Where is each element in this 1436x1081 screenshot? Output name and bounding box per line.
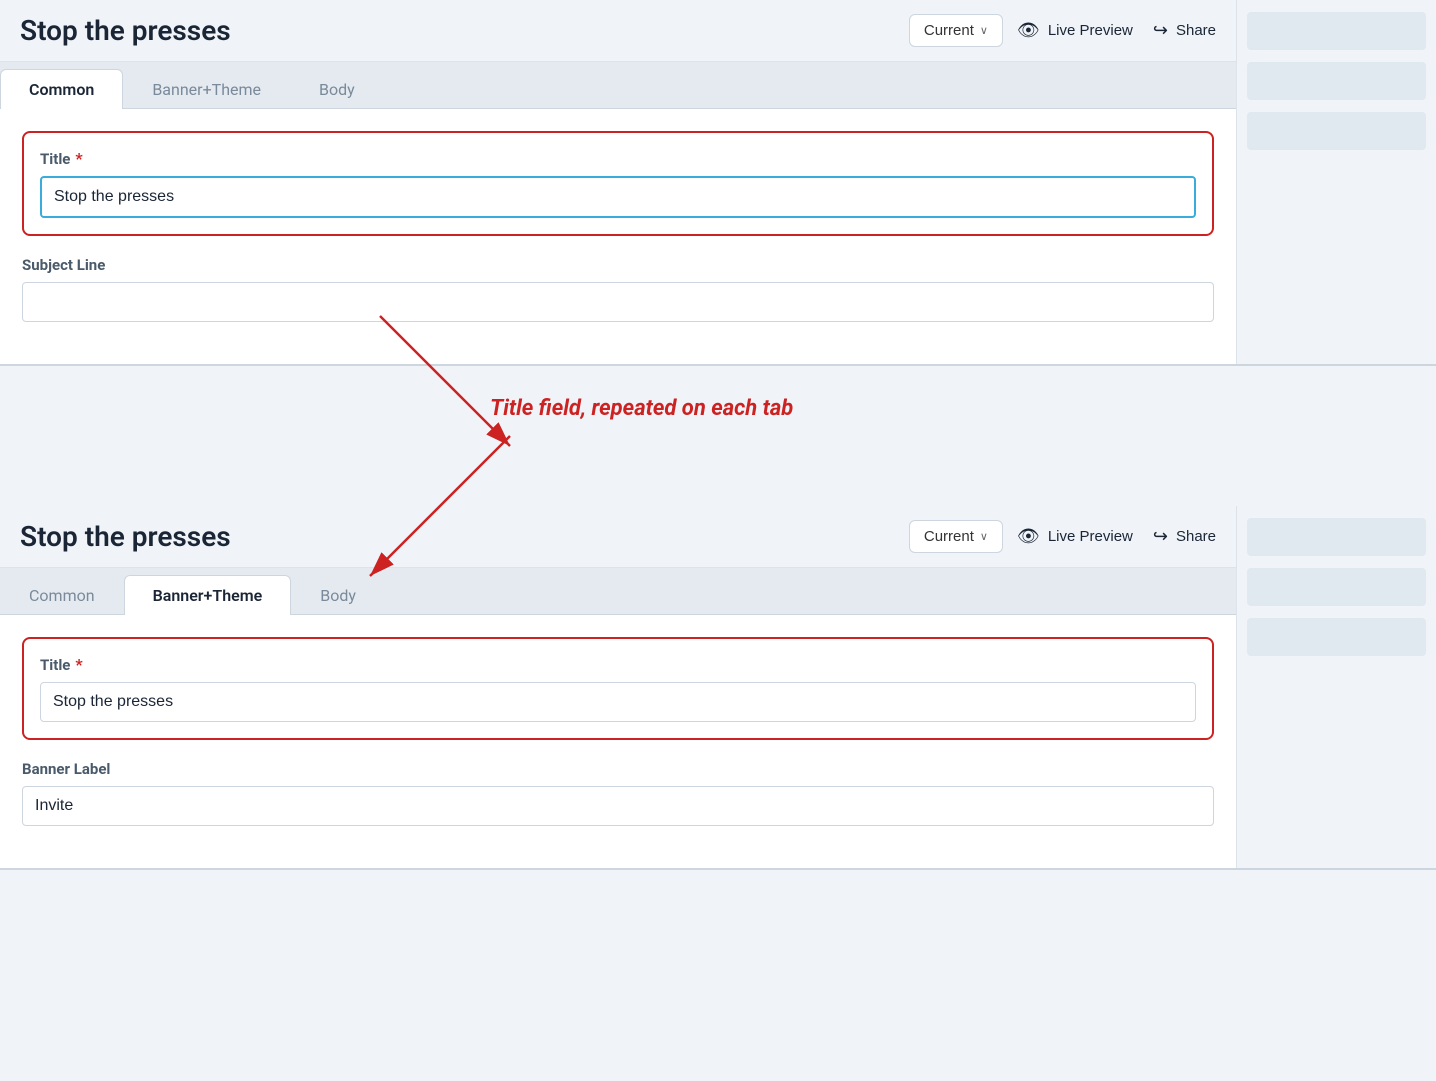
header-actions-1: 👁 Live Preview ↪ Share	[1017, 20, 1216, 41]
page-wrapper: Stop the presses Current ∨ 👁 Live Previe…	[0, 0, 1436, 870]
sidebar-block-2a	[1247, 518, 1426, 556]
panel-1-content: Title * Subject Line	[0, 109, 1236, 364]
panel-1-header: Stop the presses Current ∨ 👁 Live Previe…	[0, 0, 1236, 62]
panel-1-main: Stop the presses Current ∨ 👁 Live Previe…	[0, 0, 1236, 364]
version-label-2: Current	[924, 528, 974, 545]
title-label-1: Title *	[40, 149, 1196, 168]
sidebar-block-1c	[1247, 112, 1426, 150]
panel-2-row: Stop the presses Current ∨ 👁 Live Previe…	[0, 506, 1436, 870]
subject-label-1: Subject Line	[22, 256, 1214, 274]
panel-1-sidebar	[1236, 0, 1436, 364]
subject-input-1[interactable]	[22, 282, 1214, 322]
share-button-1[interactable]: ↪ Share	[1153, 20, 1216, 41]
live-preview-button-1[interactable]: 👁 Live Preview	[1017, 20, 1133, 41]
version-dropdown-1[interactable]: Current ∨	[909, 14, 1003, 47]
title-section-1: Title *	[22, 131, 1214, 236]
share-label-2: Share	[1176, 528, 1216, 545]
subject-section-1: Subject Line	[22, 256, 1214, 322]
tab-1-body[interactable]: Body	[290, 69, 384, 109]
tab-bar-2: Common Banner+Theme Body	[0, 568, 1236, 615]
eye-icon-2: 👁	[1017, 526, 1040, 547]
sidebar-block-1a	[1247, 12, 1426, 50]
tab-2-banner-theme[interactable]: Banner+Theme	[124, 575, 292, 615]
eye-icon-1: 👁	[1017, 20, 1040, 41]
tab-bar-1: Common Banner+Theme Body	[0, 62, 1236, 109]
sidebar-block-2c	[1247, 618, 1426, 656]
live-preview-label-2: Live Preview	[1048, 528, 1133, 545]
annotation-region: Title field, repeated on each tab	[0, 366, 1436, 506]
banner-section-2: Banner Label	[22, 760, 1214, 826]
title-input-2[interactable]	[40, 682, 1196, 722]
share-label-1: Share	[1176, 22, 1216, 39]
panel-2-main: Stop the presses Current ∨ 👁 Live Previe…	[0, 506, 1236, 868]
sidebar-block-2b	[1247, 568, 1426, 606]
panel-2-sidebar	[1236, 506, 1436, 868]
share-icon-2: ↪	[1153, 526, 1168, 547]
title-section-2: Title *	[22, 637, 1214, 740]
live-preview-button-2[interactable]: 👁 Live Preview	[1017, 526, 1133, 547]
title-input-1[interactable]	[40, 176, 1196, 218]
share-button-2[interactable]: ↪ Share	[1153, 526, 1216, 547]
panel-2-content: Title * Banner Label	[0, 615, 1236, 868]
tab-1-banner-theme[interactable]: Banner+Theme	[123, 69, 290, 109]
panel-2-header: Stop the presses Current ∨ 👁 Live Previe…	[0, 506, 1236, 568]
share-icon-1: ↪	[1153, 20, 1168, 41]
banner-input-2[interactable]	[22, 786, 1214, 826]
panel-1-title: Stop the presses	[20, 14, 895, 47]
tab-1-common[interactable]: Common	[0, 69, 123, 109]
version-label-1: Current	[924, 22, 974, 39]
annotation-text: Title field, repeated on each tab	[490, 396, 793, 421]
chevron-down-icon-1: ∨	[980, 24, 988, 37]
tab-2-body[interactable]: Body	[291, 575, 385, 615]
panel-1-row: Stop the presses Current ∨ 👁 Live Previe…	[0, 0, 1436, 366]
header-actions-2: 👁 Live Preview ↪ Share	[1017, 526, 1216, 547]
tab-2-common[interactable]: Common	[0, 575, 124, 615]
required-star-2: *	[75, 655, 82, 674]
title-label-2: Title *	[40, 655, 1196, 674]
required-star-1: *	[75, 149, 82, 168]
sidebar-block-1b	[1247, 62, 1426, 100]
panel-2-title: Stop the presses	[20, 520, 895, 553]
version-dropdown-2[interactable]: Current ∨	[909, 520, 1003, 553]
live-preview-label-1: Live Preview	[1048, 22, 1133, 39]
chevron-down-icon-2: ∨	[980, 530, 988, 543]
banner-label-2: Banner Label	[22, 760, 1214, 778]
